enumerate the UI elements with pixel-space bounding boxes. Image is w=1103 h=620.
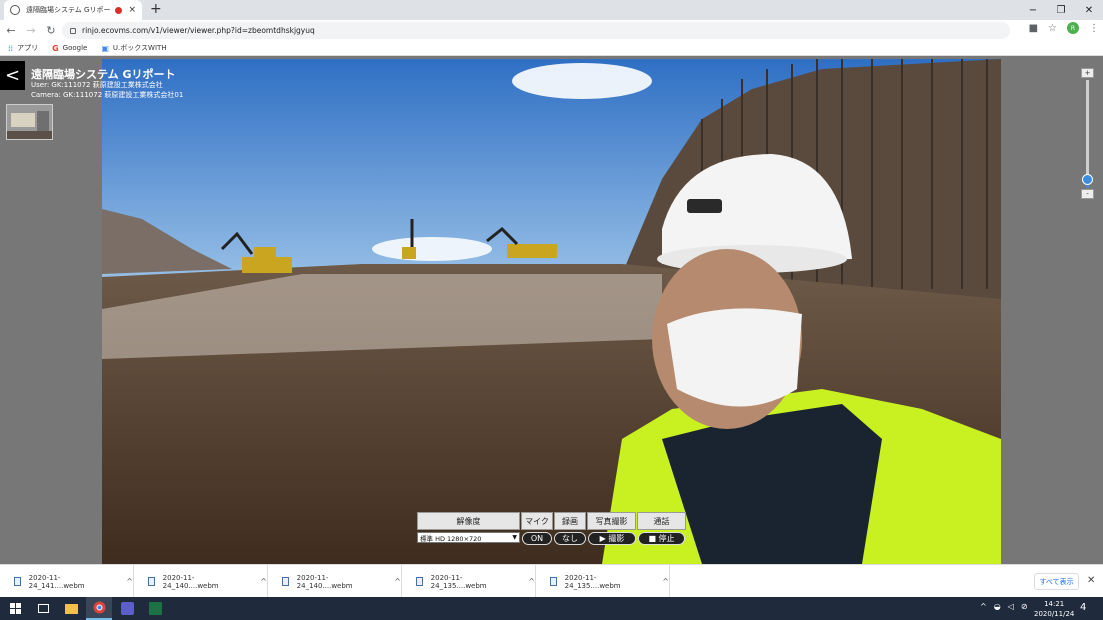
chevron-up-icon[interactable]: ^ [394,577,401,586]
chevron-up-icon[interactable]: ^ [528,577,535,586]
chevron-up-icon[interactable]: ^ [260,577,267,586]
close-shelf-icon[interactable]: ✕ [1087,575,1095,586]
user-info: User: GK:111072 萩原建設工業株式会社 [31,81,163,89]
bookmark-google[interactable]: G Google [52,44,87,53]
maximize-button[interactable]: ❐ [1047,0,1075,20]
zoom-slider[interactable]: + - [1081,68,1094,200]
profile-avatar[interactable]: R [1067,22,1079,34]
zoom-out-button[interactable]: - [1081,189,1094,199]
recording-icon [115,6,123,14]
resolution-select[interactable]: 標準 HD 1280×720 ▼ [417,532,520,543]
taskbar-chrome[interactable] [86,597,112,620]
file-icon [416,577,423,586]
chevron-up-icon[interactable]: ^ [662,577,669,586]
chevron-up-icon[interactable]: ^ [126,577,133,586]
start-button[interactable] [2,597,28,620]
windows-logo-icon [9,603,21,614]
browser-tab[interactable]: 遠隔臨場システム Gリポート | G × [4,0,142,20]
camera-in-use-icon[interactable]: ■ [1029,23,1038,34]
site-favicon-icon [10,5,20,15]
stream-controls: 解像度 マイク 録画 写真撮影 通話 標準 HD 1280×720 ▼ ON な… [417,512,686,549]
back-arrow-icon[interactable]: ← [2,22,20,40]
bookmarks-bar: ⁞⁞ アプリ G Google ▣ U.ボックスWITH [0,41,1103,56]
zoom-knob[interactable] [1082,174,1093,186]
notification-center-button[interactable]: 4 [1080,602,1086,613]
toolbar-actions: ■ ☆ R ⋮ [1029,22,1099,34]
taskbar-teams[interactable] [114,597,140,620]
downloads-shelf: 2020-11-24_141....webm ^ 2020-11-24_140.… [0,564,1103,598]
call-header: 通話 [637,512,686,530]
browser-toolbar: ← → ↻ rinjo.ecovms.com/v1/viewer/viewer.… [0,20,1103,41]
file-icon [148,577,155,586]
call-stop-button[interactable]: ■ 停止 [638,532,685,545]
new-tab-button[interactable]: + [150,2,162,16]
file-icon [282,577,289,586]
zoom-in-button[interactable]: + [1081,68,1094,78]
tray-chevron-up-icon[interactable]: ^ [980,602,987,611]
close-tab-icon[interactable]: × [128,5,136,15]
clock-time: 14:21 [1044,600,1065,608]
url-text: rinjo.ecovms.com/v1/viewer/viewer.php?id… [82,26,315,35]
minimize-button[interactable]: − [1019,0,1047,20]
mic-tray-icon[interactable]: ⊘ [1021,602,1028,611]
taskbar-excel[interactable] [142,597,168,620]
folder-icon [64,603,78,614]
tab-title: 遠隔臨場システム Gリポート | G [26,6,111,14]
zoom-track[interactable] [1086,80,1089,188]
clock-date: 2020/11/24 [1034,610,1075,618]
photo-header: 写真撮影 [587,512,636,530]
forward-arrow-icon[interactable]: → [22,22,40,40]
taskbar-clock[interactable]: 14:21 2020/11/24 [1034,599,1074,619]
download-item[interactable]: 2020-11-24_140....webm ^ [134,565,268,598]
download-item[interactable]: 2020-11-24_135....webm ^ [536,565,670,598]
show-all-downloads-button[interactable]: すべて表示 [1034,573,1079,590]
record-none-button[interactable]: なし [554,532,586,545]
camera-feed-image [102,59,1001,564]
address-bar[interactable]: rinjo.ecovms.com/v1/viewer/viewer.php?id… [62,22,1010,39]
thumbnail-image [7,105,52,139]
camera-thumbnail[interactable] [6,104,53,140]
chrome-icon [93,601,105,614]
teams-icon [120,602,134,615]
file-icon [550,577,557,586]
bookmark-uboxwith[interactable]: ▣ U.ボックスWITH [101,43,166,53]
camera-info: Camera: GK:111072 萩原建設工業株式会社01 [31,91,184,99]
photo-capture-button[interactable]: ▶ 撮影 [588,532,636,545]
bookmark-page-icon: ▣ [101,43,109,53]
lock-icon [70,27,76,34]
file-icon [14,577,21,586]
resolution-header: 解像度 [417,512,520,530]
network-icon[interactable]: ◒ [994,602,1001,611]
bookmark-apps[interactable]: ⁞⁞ アプリ [8,43,38,53]
viewer-area: < 遠隔臨場システム Gリポート User: GK:111072 萩原建設工業株… [0,56,1103,564]
bookmark-star-icon[interactable]: ☆ [1048,23,1057,34]
apps-grid-icon: ⁞⁞ [8,43,14,53]
download-item[interactable]: 2020-11-24_140....webm ^ [268,565,402,598]
chevron-down-icon: ▼ [512,534,517,541]
record-header: 録画 [554,512,586,530]
google-icon: G [52,43,59,53]
task-view-icon [37,604,49,613]
task-view-button[interactable] [30,597,56,620]
download-item[interactable]: 2020-11-24_141....webm ^ [0,565,134,598]
taskbar-explorer[interactable] [58,597,84,620]
download-item[interactable]: 2020-11-24_135....webm ^ [402,565,536,598]
menu-kebab-icon[interactable]: ⋮ [1089,23,1099,34]
reload-icon[interactable]: ↻ [42,22,60,40]
window-close-button[interactable]: ✕ [1075,0,1103,20]
video-stream[interactable] [102,59,1001,564]
notification-count: 4 [1080,602,1087,613]
system-tray: ^ ◒ ◁ ⊘ [980,602,1028,611]
mic-header: マイク [521,512,553,530]
excel-icon [148,602,162,615]
volume-icon[interactable]: ◁ [1008,602,1014,611]
back-button[interactable]: < [0,61,25,90]
windows-taskbar: ^ ◒ ◁ ⊘ 14:21 2020/11/24 4 [0,597,1103,620]
mic-on-button[interactable]: ON [522,532,552,545]
tab-strip: 遠隔臨場システム Gリポート | G × + − ❐ ✕ [0,0,1103,20]
window-controls: − ❐ ✕ [1019,0,1103,20]
